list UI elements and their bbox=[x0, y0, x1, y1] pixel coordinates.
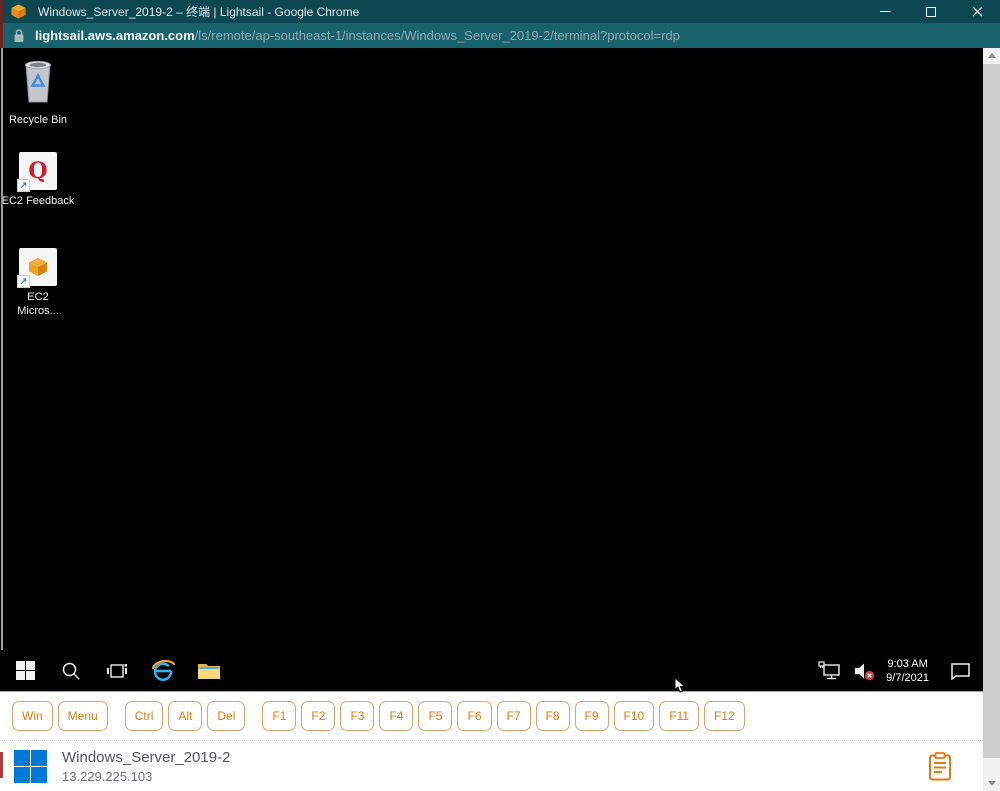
key-win[interactable]: Win bbox=[12, 701, 53, 731]
remote-desktop-viewport[interactable]: Recycle Bin Q ↗ EC2 Feedback bbox=[0, 48, 983, 650]
viewport-left-edge bbox=[1, 48, 3, 650]
task-view-button[interactable] bbox=[94, 650, 140, 691]
key-f8[interactable]: F8 bbox=[536, 701, 570, 731]
desktop-icon-label: EC2Micros... bbox=[0, 290, 76, 318]
key-group-function: F1 F2 F3 F4 F5 F6 F7 F8 F9 F10 F11 F12 bbox=[262, 701, 744, 731]
minimize-icon bbox=[880, 11, 891, 12]
volume-muted-icon[interactable] bbox=[853, 661, 875, 681]
key-f10[interactable]: F10 bbox=[614, 701, 655, 731]
key-group-modifiers: Ctrl Alt Del bbox=[125, 701, 246, 731]
start-button[interactable] bbox=[2, 650, 48, 691]
internet-explorer-icon bbox=[150, 658, 176, 684]
search-icon bbox=[61, 661, 81, 681]
tray-time: 9:03 AM bbox=[886, 657, 929, 671]
maximize-button[interactable] bbox=[908, 0, 954, 23]
url-path: /ls/remote/ap-southeast-1/instances/Wind… bbox=[195, 28, 680, 43]
desktop-icon-ec2-microsoft[interactable]: ↗ EC2Micros... bbox=[0, 248, 76, 318]
close-button[interactable] bbox=[954, 0, 1000, 23]
remote-desktop-screen: Windows_Server_2019-2 – 终端 | Lightsail -… bbox=[0, 0, 1000, 791]
desktop-icon-ec2-feedback[interactable]: Q ↗ EC2 Feedback bbox=[0, 152, 76, 208]
page-scrollbar[interactable] bbox=[983, 48, 1000, 791]
key-menu[interactable]: Menu bbox=[58, 701, 108, 731]
maximize-icon bbox=[926, 7, 936, 17]
file-explorer-icon bbox=[197, 661, 221, 681]
system-tray: 9:03 AM 9/7/2021 bbox=[818, 657, 983, 685]
q-letter-icon: Q ↗ bbox=[19, 152, 57, 190]
desktop-icon-label: EC2 Feedback bbox=[0, 194, 76, 208]
background-window-edge bbox=[0, 0, 3, 48]
scrollbar-up-arrow[interactable] bbox=[983, 48, 1000, 63]
tray-date: 9/7/2021 bbox=[886, 671, 929, 685]
desktop-icon-recycle-bin[interactable]: Recycle Bin bbox=[0, 56, 76, 127]
key-f4[interactable]: F4 bbox=[379, 701, 413, 731]
minimize-button[interactable] bbox=[862, 0, 908, 23]
scrollbar-down-arrow[interactable] bbox=[983, 776, 1000, 791]
desktop-icon-label: Recycle Bin bbox=[0, 113, 76, 127]
url-text: lightsail.aws.amazon.com/ls/remote/ap-so… bbox=[35, 28, 680, 43]
network-icon[interactable] bbox=[818, 661, 842, 681]
browser-titlebar: Windows_Server_2019-2 – 终端 | Lightsail -… bbox=[0, 0, 1000, 23]
taskbar-clock[interactable]: 9:03 AM 9/7/2021 bbox=[886, 657, 929, 685]
key-ctrl[interactable]: Ctrl bbox=[125, 701, 164, 731]
lightsail-logo-icon bbox=[10, 3, 27, 20]
task-view-icon bbox=[106, 661, 128, 681]
key-f1[interactable]: F1 bbox=[262, 701, 296, 731]
window-controls bbox=[862, 0, 1000, 23]
instance-info: Windows_Server_2019-2 13.229.225.103 bbox=[62, 749, 230, 784]
close-icon bbox=[972, 6, 983, 17]
key-del[interactable]: Del bbox=[207, 701, 245, 731]
key-f6[interactable]: F6 bbox=[457, 701, 491, 731]
key-f5[interactable]: F5 bbox=[418, 701, 452, 731]
instance-ip: 13.229.225.103 bbox=[62, 769, 230, 784]
recycle-bin-icon bbox=[18, 56, 58, 109]
url-domain: lightsail.aws.amazon.com bbox=[35, 28, 195, 43]
windows-taskbar: 9:03 AM 9/7/2021 bbox=[0, 650, 983, 691]
key-group-system: Win Menu bbox=[12, 701, 108, 731]
key-f12[interactable]: F12 bbox=[704, 701, 745, 731]
shortcut-arrow-icon: ↗ bbox=[17, 275, 30, 288]
scrollbar-thumb[interactable] bbox=[983, 64, 1000, 758]
key-f3[interactable]: F3 bbox=[340, 701, 374, 731]
key-alt[interactable]: Alt bbox=[168, 701, 202, 731]
taskbar-search-button[interactable] bbox=[48, 650, 94, 691]
clipboard-button[interactable] bbox=[928, 752, 952, 781]
windows-logo-blue-icon bbox=[14, 750, 47, 783]
windows-logo-icon bbox=[16, 661, 35, 680]
lock-icon[interactable] bbox=[13, 28, 25, 43]
mouse-cursor bbox=[674, 677, 687, 693]
key-f7[interactable]: F7 bbox=[497, 701, 531, 731]
virtual-keyboard-bar: Win Menu Ctrl Alt Del F1 F2 F3 F4 F5 F6 … bbox=[0, 691, 983, 740]
window-title: Windows_Server_2019-2 – 终端 | Lightsail -… bbox=[38, 3, 359, 20]
internet-explorer-button[interactable] bbox=[140, 650, 186, 691]
key-f9[interactable]: F9 bbox=[575, 701, 609, 731]
file-explorer-button[interactable] bbox=[186, 650, 232, 691]
instance-name: Windows_Server_2019-2 bbox=[62, 749, 230, 766]
key-f2[interactable]: F2 bbox=[301, 701, 335, 731]
instance-info-bar: Windows_Server_2019-2 13.229.225.103 bbox=[0, 740, 983, 791]
shortcut-arrow-icon: ↗ bbox=[17, 179, 30, 192]
action-center-icon[interactable] bbox=[950, 662, 971, 680]
key-f11[interactable]: F11 bbox=[659, 701, 699, 731]
background-window-edge-bottom bbox=[0, 752, 3, 778]
address-bar[interactable]: lightsail.aws.amazon.com/ls/remote/ap-so… bbox=[0, 23, 1000, 48]
aws-cube-icon: ↗ bbox=[19, 248, 57, 286]
